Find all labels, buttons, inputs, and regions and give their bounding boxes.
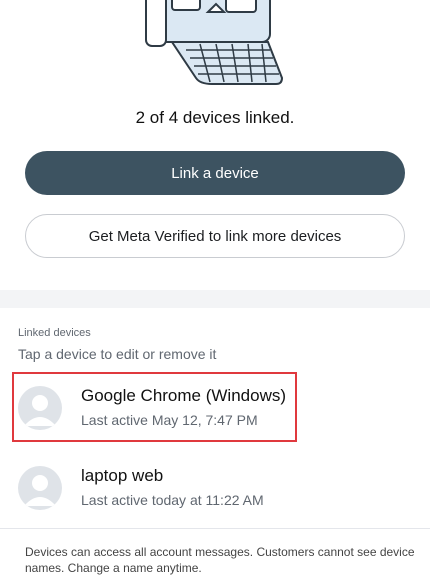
device-name: laptop web — [81, 466, 164, 485]
linked-devices-heading: Linked devices — [18, 327, 91, 339]
device-last-active: Last active May 12, 7:47 PM — [81, 412, 258, 428]
device-row-google-chrome[interactable]: Google Chrome (Windows) Last active May … — [0, 372, 430, 442]
device-name: Google Chrome (Windows) — [81, 386, 287, 405]
devices-linked-status: 2 of 4 devices linked. — [135, 108, 295, 127]
link-device-button-label: Link a device — [171, 164, 259, 182]
section-divider — [0, 290, 430, 308]
laptop-chat-illustration — [145, 0, 284, 85]
default-avatar-icon — [18, 386, 62, 430]
devices-footer-note: Devices can access all account messages.… — [25, 545, 415, 575]
meta-verified-button-label: Get Meta Verified to link more devices — [88, 227, 342, 245]
device-row-laptop-web[interactable]: laptop web Last active today at 11:22 AM — [0, 452, 430, 522]
device-last-active: Last active today at 11:22 AM — [81, 492, 264, 508]
divider-line — [0, 528, 430, 529]
linked-devices-hint: Tap a device to edit or remove it — [18, 346, 217, 362]
default-avatar-icon — [18, 466, 62, 510]
link-device-button[interactable]: Link a device — [25, 151, 405, 195]
meta-verified-button[interactable]: Get Meta Verified to link more devices — [25, 214, 405, 258]
